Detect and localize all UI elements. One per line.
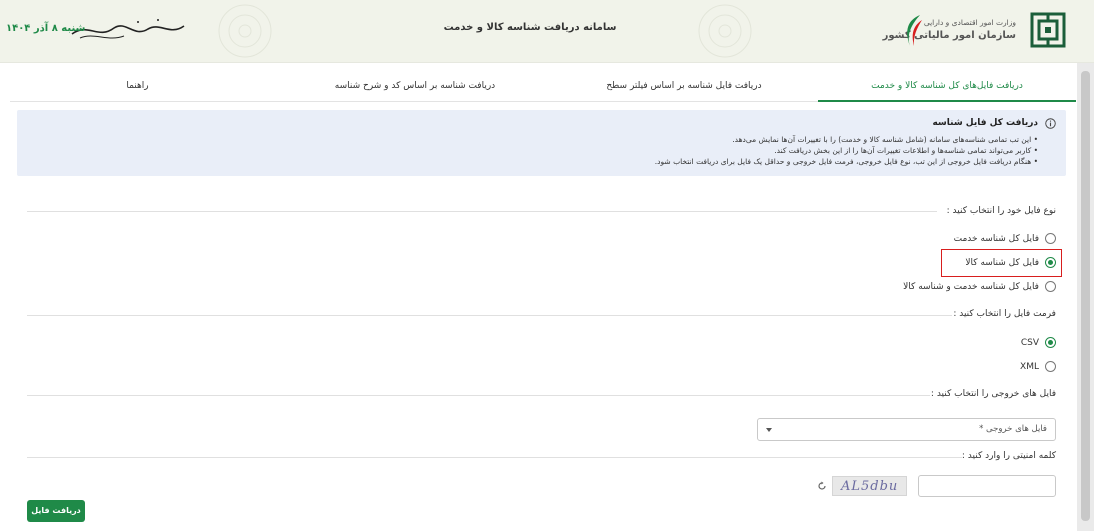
radio-button[interactable] [1045, 361, 1056, 372]
chevron-down-icon[interactable] [766, 428, 772, 432]
radio-service-file[interactable]: فایل کل شناسه خدمت [954, 233, 1056, 244]
output-files-select[interactable]: فایل های خروجی * [757, 418, 1056, 441]
section-divider [27, 457, 962, 458]
section-divider [27, 395, 930, 396]
flag-emblem-icon [907, 15, 922, 46]
tab-code-description-search[interactable]: دریافت شناسه بر اساس کد و شرح شناسه [280, 72, 550, 102]
info-panel: دریافت کل فایل شناسه این تب تمامی شناسه‌… [17, 110, 1066, 176]
radio-format-csv[interactable]: CSV [1021, 337, 1056, 348]
tab-all-identifier-files[interactable]: دریافت فایل‌های کل شناسه کالا و خدمت [818, 72, 1076, 102]
download-file-button[interactable]: دریافت فایل [27, 500, 85, 522]
select-placeholder: فایل های خروجی * [979, 424, 1047, 434]
refresh-icon[interactable] [817, 481, 827, 491]
section-divider [27, 315, 952, 316]
radio-button[interactable] [1045, 233, 1056, 244]
ornament-pattern-left [218, 4, 272, 58]
file-type-label: نوع فایل خود را انتخاب کنید : [946, 206, 1056, 216]
radio-label: فایل کل شناسه خدمت [953, 233, 1039, 244]
info-list: این تب تمامی شناسه‌های سامانه (شامل شناس… [655, 134, 1038, 167]
radio-format-xml[interactable]: XML [1020, 361, 1056, 372]
slogan-calligraphy-image [71, 19, 185, 39]
page-scrollbar[interactable] [1077, 63, 1094, 531]
current-date: شنبه ۸ آذر ۱۴۰۴ [6, 23, 86, 34]
scrollbar-thumb[interactable] [1081, 71, 1090, 521]
info-item: کاربر می‌تواند تمامی شناسه‌ها و اطلاعات … [655, 145, 1038, 156]
tab-help[interactable]: راهنما [10, 72, 265, 102]
radio-label: فایل کل شناسه خدمت و شناسه کالا [903, 281, 1039, 292]
ornament-pattern-right [698, 4, 752, 58]
app-header: وزارت امور اقتصادی و دارایی سازمان امور … [0, 0, 1094, 63]
info-title: دریافت کل فایل شناسه [932, 118, 1038, 128]
captcha-input[interactable] [918, 475, 1056, 497]
system-title: سامانه دریافت شناسه کالا و خدمت [443, 22, 617, 33]
info-icon [1045, 118, 1056, 129]
captcha-label: کلمه امنیتی را وارد کنید : [961, 451, 1056, 461]
tab-bar: دریافت فایل‌های کل شناسه کالا و خدمت دری… [10, 72, 1076, 102]
section-divider [27, 211, 937, 212]
captcha-image: AL5dbu [832, 476, 907, 496]
info-item: این تب تمامی شناسه‌های سامانه (شامل شناس… [655, 134, 1038, 145]
captcha-text: AL5dbu [841, 479, 899, 494]
radio-button[interactable] [1045, 281, 1056, 292]
highlight-annotation [941, 249, 1062, 277]
file-format-label: فرمت فایل را انتخاب کنید : [953, 309, 1056, 319]
tab-level-filter-file[interactable]: دریافت فایل شناسه بر اساس فیلتر سطح [550, 72, 818, 102]
radio-service-and-goods-file[interactable]: فایل کل شناسه خدمت و شناسه کالا [903, 281, 1056, 292]
info-item: هنگام دریافت فایل خروجی از این تب، نوع ف… [655, 156, 1038, 167]
radio-button-selected[interactable] [1045, 337, 1056, 348]
radio-label: CSV [1020, 337, 1039, 348]
ministry-name: وزارت امور اقتصادی و دارایی [923, 18, 1016, 27]
radio-label: XML [1020, 361, 1039, 372]
organization-emblem-icon [1030, 12, 1066, 48]
output-files-label: فایل های خروجی را انتخاب کنید : [930, 389, 1056, 399]
